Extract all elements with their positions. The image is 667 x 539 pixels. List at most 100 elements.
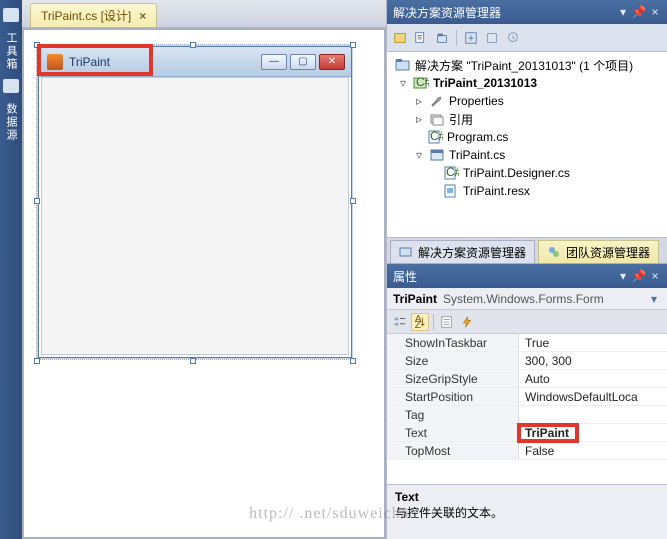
window-buttons: — ▢ ✕ [261, 54, 351, 70]
team-icon [547, 245, 561, 259]
design-surface[interactable]: TriPaint — ▢ ✕ [22, 28, 386, 539]
close-icon[interactable]: × [139, 9, 146, 23]
property-row[interactable]: SizeGripStyleAuto [387, 370, 667, 388]
resize-handle[interactable] [34, 358, 40, 364]
solution-tree[interactable]: 解决方案 "TriPaint_20131013" (1 个项目) ▿ C# Tr… [387, 52, 667, 238]
form-client-area[interactable] [41, 77, 349, 355]
tree-properties[interactable]: ▹ Properties [389, 92, 665, 110]
resize-handle[interactable] [350, 42, 356, 48]
form-designer[interactable]: TriPaint — ▢ ✕ [38, 46, 352, 358]
form-title: TriPaint [69, 55, 255, 69]
datasource-icon [3, 79, 19, 93]
tree-label: TriPaint.Designer.cs [463, 166, 570, 180]
chevron-down-icon[interactable]: ▾ [647, 292, 661, 306]
tree-references[interactable]: ▹ 引用 [389, 110, 665, 128]
dropdown-icon[interactable]: ▾ [617, 6, 629, 18]
toolbar-button[interactable] [412, 29, 430, 47]
document-tab[interactable]: TriPaint.cs [设计] × [30, 3, 157, 27]
form-titlebar: TriPaint — ▢ ✕ [39, 47, 351, 77]
property-row[interactable]: Size300, 300 [387, 352, 667, 370]
tab-team-explorer[interactable]: 团队资源管理器 [538, 240, 659, 263]
property-row-text[interactable]: TextTriPaint [387, 424, 667, 442]
tree-designer[interactable]: C# TriPaint.Designer.cs [389, 164, 665, 182]
properties-description: Text 与控件关联的文本。 [387, 484, 667, 539]
tree-tripaint[interactable]: ▿ TriPaint.cs [389, 146, 665, 164]
resize-handle[interactable] [190, 358, 196, 364]
references-icon [429, 112, 445, 126]
tab-label: 解决方案资源管理器 [418, 244, 526, 261]
pin-icon[interactable]: 📌 [633, 6, 645, 18]
property-row[interactable]: Tag [387, 406, 667, 424]
property-name: Size [387, 352, 519, 369]
collapse-icon[interactable]: ▿ [397, 77, 409, 89]
tree-solution[interactable]: 解决方案 "TriPaint_20131013" (1 个项目) [389, 56, 665, 74]
tab-label: 团队资源管理器 [566, 244, 650, 261]
property-value[interactable]: True [519, 334, 667, 351]
tree-label: Properties [449, 94, 504, 108]
description-body: 与控件关联的文本。 [395, 504, 659, 521]
designer-pane: TriPaint.cs [设计] × TriPaint — ▢ ✕ [22, 0, 387, 539]
tree-project[interactable]: ▿ C# TriPaint_20131013 [389, 74, 665, 92]
resize-handle[interactable] [34, 42, 40, 48]
panel-title: 属性 [393, 268, 613, 285]
alphabetical-button[interactable]: AZ [411, 313, 429, 331]
resize-handle[interactable] [350, 198, 356, 204]
toolbar-button[interactable] [433, 29, 451, 47]
panel-title: 解决方案资源管理器 [393, 4, 613, 21]
document-tabbar: TriPaint.cs [设计] × [22, 0, 386, 28]
property-name: StartPosition [387, 388, 519, 405]
tree-program[interactable]: C# Program.cs [389, 128, 665, 146]
tree-label: Program.cs [447, 130, 508, 144]
expand-icon[interactable]: ▹ [413, 95, 425, 107]
svg-text:C#: C# [430, 130, 443, 143]
toolbar-button[interactable] [462, 29, 480, 47]
properties-button[interactable] [438, 313, 456, 331]
pin-icon[interactable]: 📌 [633, 270, 645, 282]
dropdown-icon[interactable]: ▾ [617, 270, 629, 282]
tab-solution-explorer[interactable]: 解决方案资源管理器 [390, 240, 535, 263]
resx-file-icon [443, 184, 459, 198]
property-name: ShowInTaskbar [387, 334, 519, 351]
close-icon[interactable]: × [649, 6, 661, 18]
separator [433, 314, 434, 330]
rail-item-datasource[interactable]: 数据源 [0, 97, 22, 148]
form-file-icon [429, 148, 445, 162]
tree-label: 解决方案 "TriPaint_20131013" (1 个项目) [415, 57, 633, 74]
toolbox-icon [3, 8, 19, 22]
property-row[interactable]: StartPositionWindowsDefaultLoca [387, 388, 667, 406]
wrench-icon [429, 94, 445, 108]
expand-icon[interactable]: ▹ [413, 113, 425, 125]
property-value[interactable]: TriPaint [519, 424, 667, 441]
property-value[interactable]: False [519, 442, 667, 459]
document-tab-label: TriPaint.cs [设计] [41, 7, 131, 24]
properties-panel: TriPaint System.Windows.Forms.Form ▾ AZ … [387, 288, 667, 539]
toolbar-button[interactable] [504, 29, 522, 47]
property-row[interactable]: ShowInTaskbarTrue [387, 334, 667, 352]
rail-item-toolbox[interactable]: 工具箱 [0, 26, 22, 77]
object-name: TriPaint [393, 292, 437, 306]
property-value[interactable]: WindowsDefaultLoca [519, 388, 667, 405]
csproj-icon: C# [413, 76, 429, 90]
tree-resx[interactable]: TriPaint.resx [389, 182, 665, 200]
resize-handle[interactable] [350, 358, 356, 364]
properties-object-selector[interactable]: TriPaint System.Windows.Forms.Form ▾ [387, 288, 667, 310]
properties-grid[interactable]: ShowInTaskbarTrue Size300, 300 SizeGripS… [387, 334, 667, 484]
close-icon[interactable]: × [649, 270, 661, 282]
events-button[interactable] [458, 313, 476, 331]
property-name: Tag [387, 406, 519, 423]
property-value[interactable] [519, 406, 667, 423]
tree-label: TriPaint_20131013 [433, 76, 537, 90]
property-value[interactable]: 300, 300 [519, 352, 667, 369]
resize-handle[interactable] [34, 198, 40, 204]
solution-explorer-header: 解决方案资源管理器 ▾ 📌 × [387, 0, 667, 24]
form-app-icon [47, 54, 63, 70]
toolbar-button[interactable] [391, 29, 409, 47]
collapse-icon[interactable]: ▿ [413, 149, 425, 161]
toolbar-button[interactable] [483, 29, 501, 47]
categorize-button[interactable] [391, 313, 409, 331]
property-row[interactable]: TopMostFalse [387, 442, 667, 460]
solution-icon [395, 58, 411, 72]
property-value[interactable]: Auto [519, 370, 667, 387]
minimize-icon: — [261, 54, 287, 70]
resize-handle[interactable] [190, 42, 196, 48]
